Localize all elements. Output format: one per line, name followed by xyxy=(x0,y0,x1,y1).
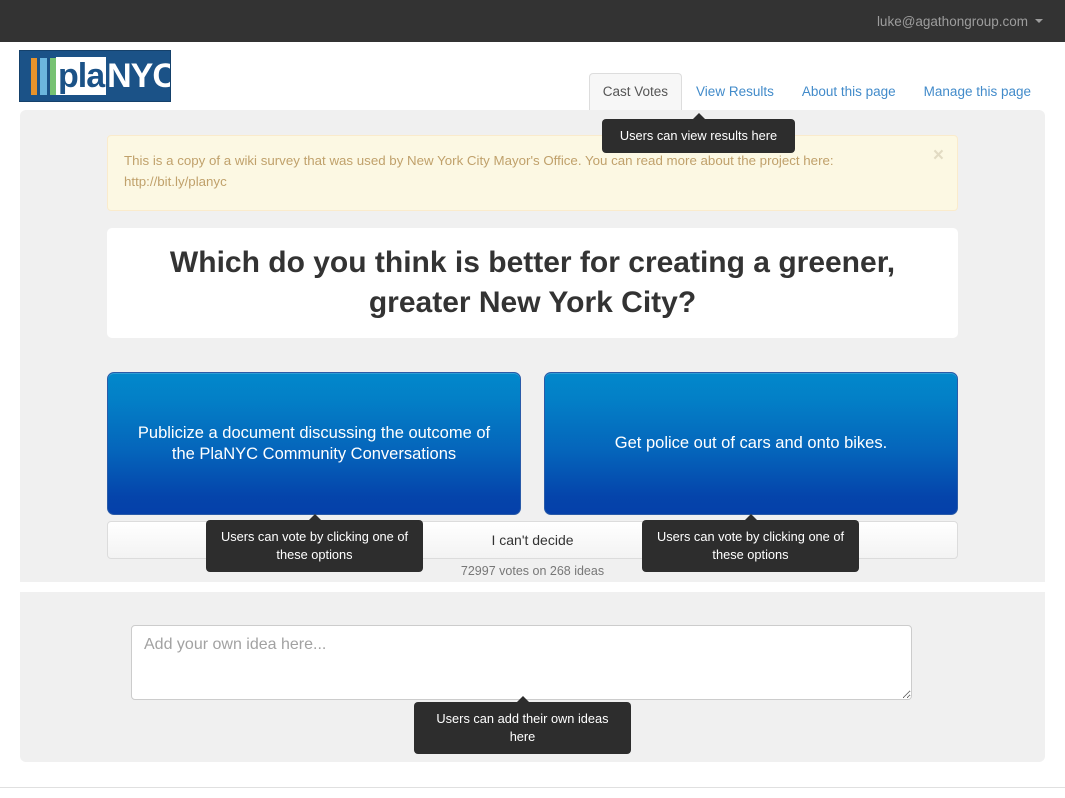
user-email-label: luke@agathongroup.com xyxy=(876,13,1028,29)
tooltip-vote-right: Users can vote by clicking one of these … xyxy=(642,514,859,572)
logo-stripes-icon xyxy=(31,58,57,95)
survey-question-card: Which do you think is better for creatin… xyxy=(107,228,958,338)
new-idea-input[interactable] xyxy=(131,625,912,700)
vote-option-right[interactable]: Get police out of cars and onto bikes. xyxy=(544,372,958,515)
site-header: plaNYC Cast Votes View Results About thi… xyxy=(0,42,1065,112)
vote-options-row: Publicize a document discussing the outc… xyxy=(107,372,958,517)
logo-text-primary: pla xyxy=(56,57,107,95)
tooltip-view-results: Users can view results here xyxy=(602,113,795,153)
logo-wordmark: plaNYC xyxy=(56,57,171,95)
info-alert-banner: This is a copy of a wiki survey that was… xyxy=(107,135,958,211)
close-icon[interactable]: × xyxy=(933,146,944,165)
voting-panel: This is a copy of a wiki survey that was… xyxy=(20,110,1045,582)
planyc-logo[interactable]: plaNYC xyxy=(19,50,171,102)
top-navbar: luke@agathongroup.com xyxy=(0,0,1065,42)
tab-view-results[interactable]: View Results xyxy=(682,73,788,112)
user-account-dropdown[interactable]: luke@agathongroup.com xyxy=(877,14,1065,29)
logo-text-secondary: NYC xyxy=(107,57,171,95)
tooltip-vote-left: Users can vote by clicking one of these … xyxy=(206,514,423,572)
tab-about-this-page[interactable]: About this page xyxy=(788,73,910,112)
main-tab-nav: Cast Votes View Results About this page … xyxy=(588,70,1065,112)
footer-divider xyxy=(0,787,1065,788)
alert-message: This is a copy of a wiki survey that was… xyxy=(124,153,834,189)
chevron-down-icon xyxy=(1035,19,1043,23)
tab-cast-votes[interactable]: Cast Votes xyxy=(588,72,683,111)
tooltip-add-idea: Users can add their own ideas here xyxy=(414,696,631,754)
page-title: Which do you think is better for creatin… xyxy=(169,246,896,319)
vote-option-left[interactable]: Publicize a document discussing the outc… xyxy=(107,372,521,515)
tab-manage-this-page[interactable]: Manage this page xyxy=(910,73,1045,112)
